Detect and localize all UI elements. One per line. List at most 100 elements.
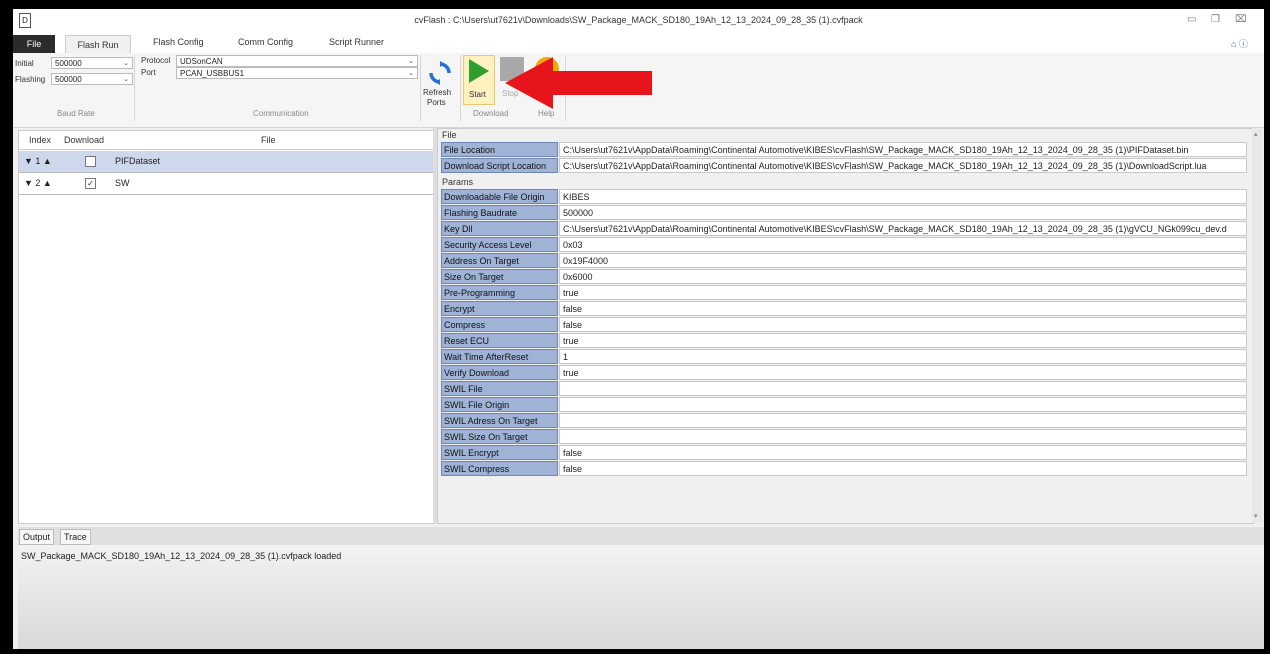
chevron-down-icon: ⌄ — [123, 60, 129, 67]
refresh-icon — [429, 61, 451, 85]
property-value[interactable]: 0x19F4000 — [559, 253, 1247, 268]
tab-comm-config[interactable]: Comm Config — [238, 37, 293, 47]
property-row[interactable]: Download Script Location C:\Users\ut7621… — [441, 158, 1247, 173]
scroll-up-icon[interactable]: ▴ — [1254, 130, 1258, 138]
group-separator — [134, 55, 135, 121]
flashing-baud-value: 500000 — [55, 75, 82, 84]
property-value[interactable] — [559, 397, 1247, 412]
property-value[interactable]: false — [559, 317, 1247, 332]
property-row[interactable]: Address On Target 0x19F4000 — [441, 253, 1247, 268]
property-name: Flashing Baudrate — [441, 205, 558, 220]
tab-flash-config[interactable]: Flash Config — [153, 37, 204, 47]
tab-trace[interactable]: Trace — [60, 529, 91, 545]
restore-icon[interactable]: ❐ — [1211, 14, 1220, 25]
download-checkbox[interactable] — [85, 156, 96, 167]
property-value[interactable]: true — [559, 333, 1247, 348]
tab-output[interactable]: Output — [19, 529, 55, 545]
property-row[interactable]: SWIL File — [441, 381, 1247, 396]
refresh-ports-button[interactable]: Refresh Ports — [421, 59, 459, 107]
row-file-name: SW — [115, 178, 130, 188]
row-index[interactable]: ▼ 1 ▲ — [24, 156, 52, 166]
property-name: Security Access Level — [441, 237, 558, 252]
property-value[interactable]: C:\Users\ut7621v\AppData\Roaming\Contine… — [559, 142, 1247, 157]
property-row[interactable]: Reset ECU true — [441, 333, 1247, 348]
property-row[interactable]: Verify Download true — [441, 365, 1247, 380]
property-value[interactable]: C:\Users\ut7621v\AppData\Roaming\Contine… — [559, 221, 1247, 236]
property-name: SWIL Compress — [441, 461, 558, 476]
property-name: Compress — [441, 317, 558, 332]
flashing-baud-select[interactable]: 500000 ⌄ — [51, 73, 133, 85]
table-row[interactable]: ▼ 1 ▲ PIFDataset — [19, 151, 434, 173]
property-row[interactable]: Compress false — [441, 317, 1247, 332]
property-name: SWIL File — [441, 381, 558, 396]
row-file-name: PIFDataset — [115, 156, 161, 166]
property-value[interactable] — [559, 413, 1247, 428]
property-name: Key Dll — [441, 221, 558, 236]
property-value[interactable]: false — [559, 461, 1247, 476]
property-row[interactable]: Wait Time AfterReset 1 — [441, 349, 1247, 364]
ribbon-tabs: File Flash Run Flash Config Comm Config … — [13, 33, 1264, 54]
property-row[interactable]: Flashing Baudrate 500000 — [441, 205, 1247, 220]
port-label: Port — [141, 68, 156, 77]
file-list-header: Index Download File — [19, 131, 434, 150]
protocol-select[interactable]: UDSonCAN ⌄ — [176, 55, 418, 67]
table-row[interactable]: ▼ 2 ▲ ✓ SW — [19, 173, 434, 195]
property-value[interactable]: true — [559, 285, 1247, 300]
property-value[interactable]: KIBES — [559, 189, 1247, 204]
protocol-label: Protocol — [141, 56, 171, 65]
tab-script-runner[interactable]: Script Runner — [329, 37, 384, 47]
property-row[interactable]: SWIL Size On Target — [441, 429, 1247, 444]
scroll-down-icon[interactable]: ▾ — [1254, 512, 1258, 520]
params-section-label: Params — [442, 177, 474, 187]
property-name: Verify Download — [441, 365, 558, 380]
port-select[interactable]: PCAN_USBBUS1 ⌄ — [176, 67, 418, 79]
property-name: SWIL Adress On Target — [441, 413, 558, 428]
property-value[interactable]: 1 — [559, 349, 1247, 364]
property-value[interactable]: false — [559, 445, 1247, 460]
property-row[interactable]: Key Dll C:\Users\ut7621v\AppData\Roaming\… — [441, 221, 1247, 236]
property-row[interactable]: SWIL File Origin — [441, 397, 1247, 412]
property-row[interactable]: SWIL Compress false — [441, 461, 1247, 476]
property-name: Pre-Programming — [441, 285, 558, 300]
property-value[interactable] — [559, 429, 1247, 444]
help-icons[interactable]: ⌂ ⓘ — [1231, 37, 1248, 50]
index-header[interactable]: Index — [29, 135, 51, 145]
start-button[interactable]: Start — [463, 55, 495, 105]
property-row[interactable]: SWIL Adress On Target — [441, 413, 1247, 428]
property-name: Download Script Location — [441, 158, 558, 173]
property-row[interactable]: Size On Target 0x6000 — [441, 269, 1247, 284]
download-checkbox[interactable]: ✓ — [85, 178, 96, 189]
property-row[interactable]: SWIL Encrypt false — [441, 445, 1247, 460]
property-value[interactable]: false — [559, 301, 1247, 316]
property-value[interactable]: 0x03 — [559, 237, 1247, 252]
row-index[interactable]: ▼ 2 ▲ — [24, 178, 52, 188]
property-value[interactable]: 0x6000 — [559, 269, 1247, 284]
initial-baud-value: 500000 — [55, 59, 82, 68]
initial-baud-select[interactable]: 500000 ⌄ — [51, 57, 133, 69]
download-header[interactable]: Download — [64, 135, 104, 145]
start-label: Start — [469, 90, 486, 99]
property-value[interactable]: true — [559, 365, 1247, 380]
tab-file[interactable]: File — [13, 35, 55, 53]
property-row[interactable]: File Location C:\Users\ut7621v\AppData\R… — [441, 142, 1247, 157]
tab-flash-run[interactable]: Flash Run — [65, 35, 131, 54]
property-value[interactable]: 500000 — [559, 205, 1247, 220]
file-section-label: File — [442, 130, 457, 140]
communication-group-label: Communication — [253, 109, 309, 118]
close-icon[interactable]: ⌧ — [1235, 14, 1247, 25]
property-value[interactable] — [559, 381, 1247, 396]
file-header[interactable]: File — [261, 135, 276, 145]
property-name: Size On Target — [441, 269, 558, 284]
property-row[interactable]: Pre-Programming true — [441, 285, 1247, 300]
ports-label: Ports — [427, 98, 446, 107]
play-icon — [469, 59, 489, 83]
property-name: SWIL File Origin — [441, 397, 558, 412]
property-name: SWIL Size On Target — [441, 429, 558, 444]
minimize-icon[interactable]: ▭ — [1187, 14, 1196, 25]
vertical-scrollbar[interactable]: ▴ ▾ — [1252, 128, 1263, 522]
property-row[interactable]: Encrypt false — [441, 301, 1247, 316]
property-row[interactable]: Downloadable File Origin KIBES — [441, 189, 1247, 204]
property-value[interactable]: C:\Users\ut7621v\AppData\Roaming\Contine… — [559, 158, 1247, 173]
file-list-panel: Index Download File ▼ 1 ▲ PIFDataset ▼ 2… — [18, 130, 435, 524]
property-row[interactable]: Security Access Level 0x03 — [441, 237, 1247, 252]
